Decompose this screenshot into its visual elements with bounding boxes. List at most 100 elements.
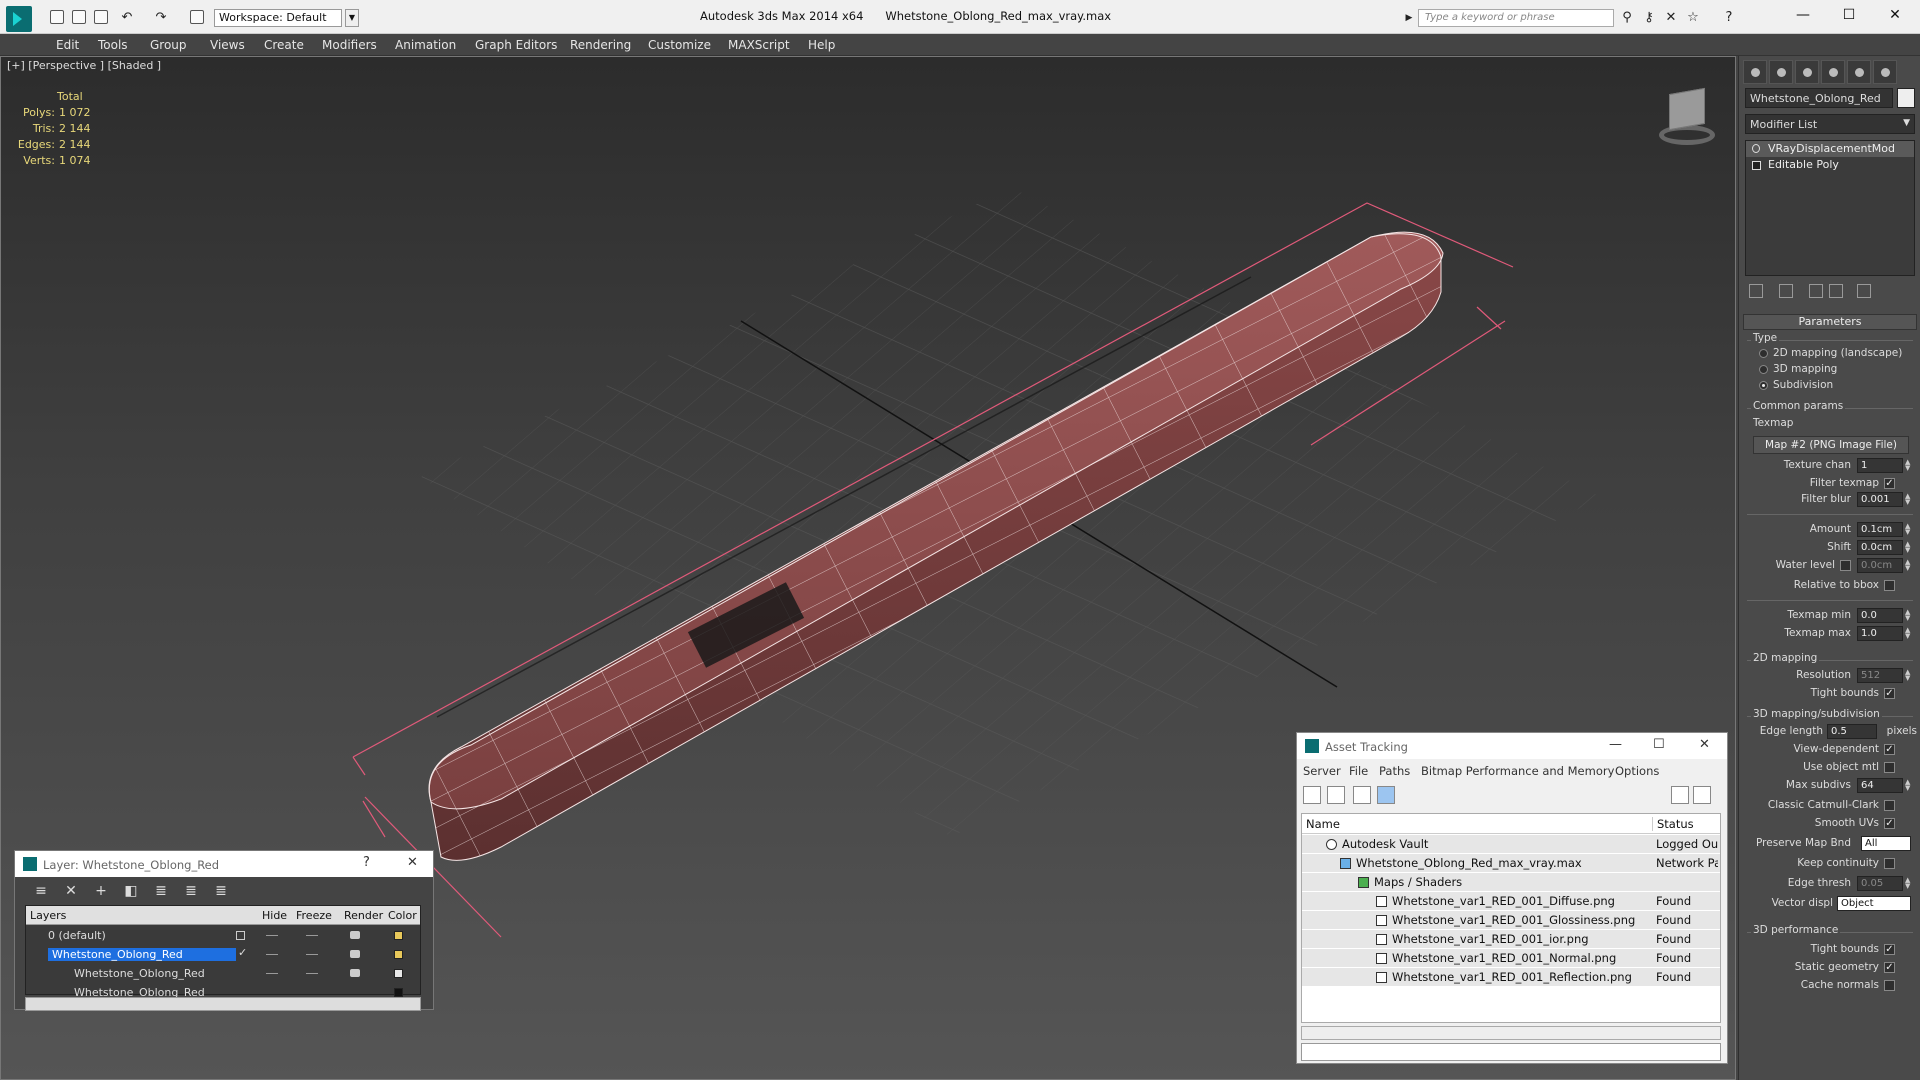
classic-catmull-checkbox[interactable] [1884, 800, 1895, 811]
texmap-min-spinner[interactable]: 0.0 [1857, 608, 1903, 623]
project-folder-icon[interactable] [190, 10, 204, 24]
utilities-tab-icon[interactable] [1873, 60, 1897, 84]
show-end-result-icon[interactable] [1779, 284, 1793, 298]
freeze-all-icon[interactable]: ≣ [213, 883, 229, 899]
render-teapot-icon[interactable] [350, 950, 360, 958]
smooth-uvs-checkbox[interactable]: ✓ [1884, 818, 1895, 829]
col-freeze[interactable]: Freeze [296, 909, 332, 922]
highlight-layer-icon[interactable]: ≣ [153, 883, 169, 899]
asset-row[interactable]: Whetstone_var1_RED_001_Glossiness.png Fou… [1302, 911, 1720, 930]
thumbnail-view-icon[interactable] [1353, 786, 1371, 804]
refresh-icon[interactable] [1303, 786, 1321, 804]
resolution-spinner[interactable]: 512 [1857, 668, 1903, 683]
col-layers[interactable]: Layers [30, 909, 66, 922]
menu-graph-editors[interactable]: Graph Editors [475, 38, 557, 52]
spinner-arrows-icon[interactable]: ▲ ▼ [1905, 523, 1913, 536]
col-hide[interactable]: Hide [262, 909, 287, 922]
object-name-field[interactable]: Whetstone_Oblong_Red [1745, 88, 1893, 108]
close-icon[interactable]: ✕ [407, 855, 418, 870]
menu-options[interactable]: Options [1615, 764, 1659, 778]
menu-modifiers[interactable]: Modifiers [322, 38, 377, 52]
star-icon[interactable]: ☆ [1686, 11, 1700, 25]
keep-continuity-checkbox[interactable] [1884, 858, 1895, 869]
spinner-arrows-icon[interactable]: ▲ ▼ [1905, 459, 1913, 472]
freeze-toggle[interactable] [306, 973, 318, 974]
water-level-checkbox[interactable] [1840, 560, 1851, 571]
edge-thresh-spinner[interactable]: 0.05 [1857, 876, 1903, 891]
max-subdivs-spinner[interactable]: 64 [1857, 778, 1903, 793]
save-file-icon[interactable] [94, 10, 108, 24]
filter-texmap-checkbox[interactable]: ✓ [1884, 478, 1895, 489]
object-color-swatch[interactable] [1897, 88, 1915, 108]
cache-normals-checkbox[interactable] [1884, 980, 1895, 991]
minimize-button[interactable]: — [1786, 4, 1820, 26]
spinner-arrows-icon[interactable]: ▲ ▼ [1905, 559, 1913, 572]
asset-row[interactable]: Whetstone_var1_RED_001_Diffuse.png Found [1302, 892, 1720, 911]
spinner-arrows-icon[interactable]: ▲ ▼ [1905, 779, 1913, 792]
maximize-icon[interactable]: ☐ [1653, 737, 1665, 752]
type-subdivision-option[interactable]: Subdivision [1743, 378, 1917, 394]
spinner-arrows-icon[interactable]: ▲ ▼ [1905, 877, 1913, 890]
menu-server[interactable]: Server [1303, 764, 1341, 778]
col-status[interactable]: Status [1652, 817, 1694, 831]
type-2d-mapping-option[interactable]: 2D mapping (landscape) [1743, 346, 1917, 362]
spinner-arrows-icon[interactable]: ▲ ▼ [1905, 609, 1913, 622]
stack-item-editable-poly[interactable]: Editable Poly [1746, 157, 1914, 173]
expand-icon[interactable] [1752, 161, 1761, 170]
pin-stack-icon[interactable] [1749, 284, 1763, 298]
create-tab-icon[interactable] [1743, 60, 1767, 84]
maximize-button[interactable]: ☐ [1832, 4, 1866, 26]
hide-toggle[interactable] [266, 973, 278, 974]
asset-row[interactable]: Whetstone_var1_RED_001_Reflection.png Fou… [1302, 968, 1720, 987]
delete-layer-icon[interactable]: ✕ [63, 883, 79, 899]
hide-toggle[interactable] [266, 954, 278, 955]
view-dependent-checkbox[interactable]: ✓ [1884, 744, 1895, 755]
asset-dialog-titlebar[interactable]: Asset Tracking — ☐ ✕ [1297, 733, 1727, 759]
hide-all-icon[interactable]: ≣ [183, 883, 199, 899]
col-color[interactable]: Color [388, 909, 417, 922]
tight-bounds-2d-checkbox[interactable]: ✓ [1884, 688, 1895, 699]
menu-tools[interactable]: Tools [98, 38, 128, 52]
stack-item-vraydisplacement[interactable]: VRayDisplacementMod [1746, 141, 1914, 157]
spinner-arrows-icon[interactable]: ▲ ▼ [1905, 493, 1913, 506]
menu-bitmap-performance[interactable]: Bitmap Performance and Memory [1421, 764, 1614, 778]
menu-file[interactable]: File [1349, 764, 1368, 778]
menu-group[interactable]: Group [150, 38, 187, 52]
layer-row[interactable]: Whetstone_Oblong_Red ✓ [26, 945, 420, 964]
help-icon[interactable] [1671, 786, 1689, 804]
viewcube-icon[interactable] [1649, 85, 1721, 149]
spinner-arrows-icon[interactable]: ▲ ▼ [1905, 541, 1913, 554]
horizontal-scrollbar[interactable] [1301, 1026, 1721, 1040]
help-icon[interactable]: ? [1722, 11, 1736, 25]
layer-row[interactable]: Whetstone_Oblong_Red [26, 983, 420, 999]
relative-bbox-checkbox[interactable] [1884, 580, 1895, 591]
add-layer-icon[interactable]: + [93, 883, 109, 899]
layer-row[interactable]: 0 (default) [26, 926, 420, 945]
open-file-icon[interactable] [72, 10, 86, 24]
undo-icon[interactable]: ↶ [120, 11, 134, 25]
filter-blur-spinner[interactable]: 0.001 [1857, 492, 1903, 507]
tight-bounds-3d-checkbox[interactable]: ✓ [1884, 944, 1895, 955]
render-teapot-icon[interactable] [350, 931, 360, 939]
remove-modifier-icon[interactable] [1829, 284, 1843, 298]
menu-views[interactable]: Views [210, 38, 245, 52]
freeze-toggle[interactable] [306, 954, 318, 955]
spinner-arrows-icon[interactable]: ▲ ▼ [1905, 627, 1913, 640]
asset-row[interactable]: Autodesk Vault Logged Out [1302, 835, 1720, 854]
amount-spinner[interactable]: 0.1cm [1857, 522, 1903, 537]
key-icon[interactable]: ⚷ [1642, 11, 1656, 25]
close-icon[interactable]: ✕ [1699, 737, 1710, 752]
new-file-icon[interactable] [50, 10, 64, 24]
asset-row[interactable]: Whetstone_var1_RED_001_ior.png Found [1302, 930, 1720, 949]
current-layer-checkbox[interactable] [236, 931, 245, 940]
shift-spinner[interactable]: 0.0cm [1857, 540, 1903, 555]
asset-row[interactable]: Maps / Shaders [1302, 873, 1720, 892]
display-tab-icon[interactable] [1847, 60, 1871, 84]
menu-maxscript[interactable]: MAXScript [728, 38, 790, 52]
radio-icon[interactable] [1759, 365, 1768, 374]
search-input[interactable]: Type a keyword or phrase [1418, 9, 1614, 27]
asset-row[interactable]: Whetstone_Oblong_Red_max_vray.max Network… [1302, 854, 1720, 873]
col-render[interactable]: Render [344, 909, 383, 922]
list-view-icon[interactable] [1327, 786, 1345, 804]
menu-help[interactable]: Help [808, 38, 835, 52]
